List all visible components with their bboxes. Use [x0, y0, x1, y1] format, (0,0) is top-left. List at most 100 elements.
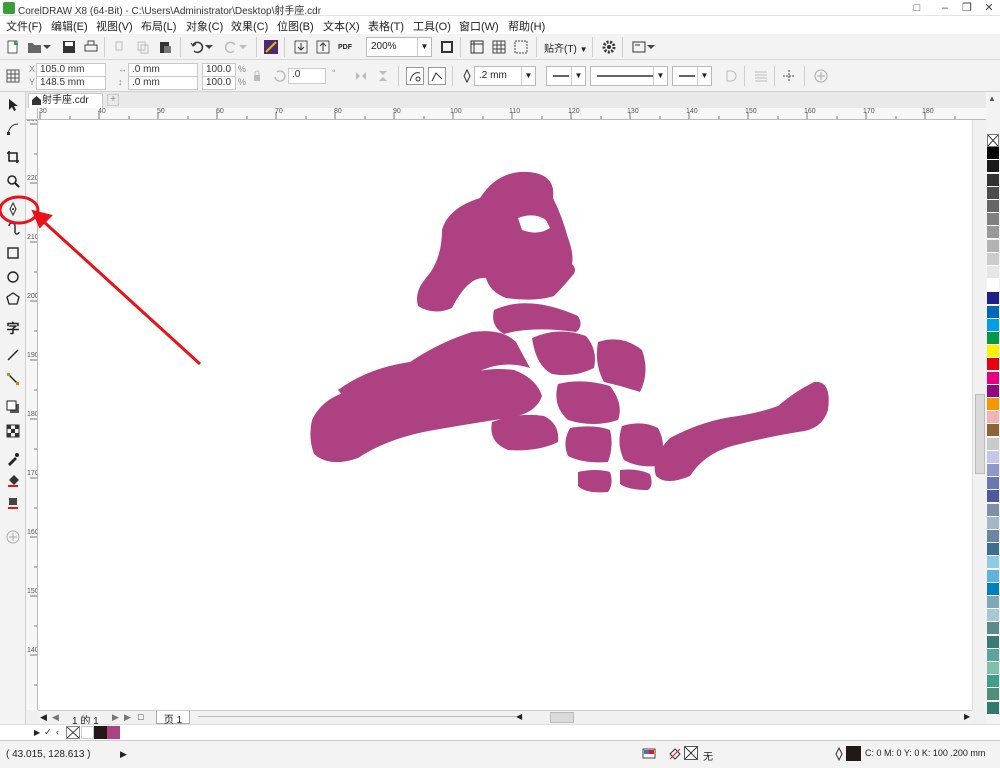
add-tab-button[interactable]: +	[107, 94, 119, 106]
save-icon[interactable]	[60, 38, 78, 56]
palette-swatch[interactable]	[987, 556, 999, 570]
mirror-vertical-icon[interactable]	[374, 67, 392, 85]
color-eyedropper-icon[interactable]	[4, 450, 22, 468]
width-field[interactable]: .0 mm	[128, 63, 198, 77]
palette-swatch[interactable]	[987, 688, 999, 702]
smoothing-icon[interactable]	[780, 67, 798, 85]
menu-layout[interactable]: 布局(L)	[141, 18, 176, 34]
menu-window[interactable]: 窗口(W)	[459, 18, 499, 34]
palette-swatch[interactable]	[987, 279, 999, 293]
copy-icon[interactable]	[134, 38, 152, 56]
shape-tool-icon[interactable]	[4, 120, 22, 138]
add-page-icon[interactable]: □	[138, 712, 143, 722]
options-gear-icon[interactable]	[600, 38, 618, 56]
polyline-mode-icon[interactable]	[428, 67, 446, 85]
print-icon[interactable]	[82, 38, 100, 56]
cut-icon[interactable]	[112, 38, 130, 56]
palette-swatch[interactable]	[987, 292, 999, 306]
artistic-media-tool-icon[interactable]	[4, 220, 22, 238]
palette-swatch[interactable]	[987, 543, 999, 557]
redo-dropdown-icon[interactable]	[238, 38, 248, 56]
palette-swatch[interactable]	[987, 503, 999, 517]
search-content-icon[interactable]	[262, 38, 280, 56]
palette-swatch[interactable]	[987, 622, 999, 636]
lock-ratio-icon[interactable]	[248, 67, 266, 85]
menu-help[interactable]: 帮助(H)	[508, 18, 545, 34]
account-icon[interactable]: □	[906, 0, 928, 16]
crop-tool-icon[interactable]	[4, 148, 22, 166]
palette-swatch[interactable]	[987, 318, 999, 332]
palette-swatch[interactable]	[987, 252, 999, 266]
white-swatch[interactable]	[81, 726, 94, 739]
palette-swatch[interactable]	[987, 213, 999, 227]
menu-bitmap[interactable]: 位图(B)	[277, 18, 314, 34]
palette-swatch[interactable]	[987, 569, 999, 583]
line-style-select[interactable]: ▼	[590, 66, 668, 86]
new-document-icon[interactable]	[4, 38, 22, 56]
palette-left-icon[interactable]: ‹	[56, 727, 59, 737]
palette-swatch[interactable]	[987, 582, 999, 596]
vertical-ruler[interactable]: 230 220 210 200 190 180 170 160 150 140	[26, 120, 38, 710]
page-size-icon[interactable]	[4, 67, 22, 85]
palette-swatch[interactable]	[987, 675, 999, 689]
menu-edit[interactable]: 编辑(E)	[51, 18, 88, 34]
scale-y-field[interactable]: 100.0	[202, 76, 236, 90]
palette-swatch[interactable]	[987, 305, 999, 319]
pick-tool-icon[interactable]	[4, 96, 22, 114]
launcher-dropdown-icon[interactable]	[646, 38, 656, 56]
end-arrowhead-select[interactable]: ▼	[672, 66, 712, 86]
palette-swatch[interactable]	[987, 371, 999, 385]
ruler-origin[interactable]	[26, 108, 38, 120]
rotation-angle-field[interactable]: .0	[288, 68, 326, 84]
sagittarius-figure[interactable]	[38, 120, 972, 710]
full-screen-icon[interactable]	[438, 38, 456, 56]
fill-indicator-icon[interactable]	[668, 747, 682, 761]
palette-swatch[interactable]	[987, 516, 999, 530]
page-tab[interactable]: 页 1	[156, 711, 190, 726]
zoom-tool-icon[interactable]	[4, 172, 22, 190]
palette-swatch[interactable]	[987, 662, 999, 675]
y-position-field[interactable]: 148.5 mm	[36, 76, 106, 90]
palette-swatch[interactable]	[987, 134, 999, 147]
palette-swatch[interactable]	[987, 186, 999, 200]
palette-swatch[interactable]	[987, 530, 999, 543]
publish-pdf-icon[interactable]: PDF	[336, 38, 354, 56]
palette-swatch[interactable]	[987, 266, 999, 279]
black-swatch[interactable]	[94, 726, 107, 739]
maximize-button[interactable]: ❐	[956, 0, 978, 16]
vertical-scrollbar[interactable]	[972, 120, 986, 710]
palette-swatch[interactable]	[987, 226, 999, 240]
show-guidelines-icon[interactable]	[512, 38, 530, 56]
palette-menu-icon[interactable]: ▶	[34, 728, 40, 737]
palette-swatch[interactable]	[987, 384, 999, 398]
mirror-horizontal-icon[interactable]	[352, 67, 370, 85]
prev-page-icon[interactable]: ◀	[52, 712, 59, 723]
palette-swatch[interactable]	[987, 648, 999, 662]
palette-swatch[interactable]	[987, 609, 999, 623]
last-page-icon[interactable]: ▶	[124, 712, 131, 723]
close-curve-icon[interactable]	[722, 67, 740, 85]
export-icon[interactable]	[314, 38, 332, 56]
smart-fill-icon[interactable]	[4, 494, 22, 512]
outline-width-select[interactable]: .2 mm ▼	[474, 66, 536, 86]
palette-swatch[interactable]	[987, 635, 999, 649]
palette-swatch[interactable]	[987, 332, 999, 345]
scroll-left-icon[interactable]: ◀	[516, 712, 522, 721]
drop-shadow-tool-icon[interactable]	[4, 398, 22, 416]
show-grid-icon[interactable]	[490, 38, 508, 56]
menu-view[interactable]: 视图(V)	[96, 18, 133, 34]
show-rulers-icon[interactable]	[468, 38, 486, 56]
connector-tool-icon[interactable]	[4, 370, 22, 388]
palette-swatch[interactable]	[987, 701, 999, 715]
vertical-scroll-thumb[interactable]	[975, 394, 985, 474]
palette-swatch[interactable]	[987, 437, 999, 451]
x-position-field[interactable]: 105.0 mm	[36, 63, 106, 77]
palette-swatch[interactable]	[987, 477, 999, 491]
shape-color-swatch[interactable]	[107, 726, 120, 739]
scale-x-field[interactable]: 100.0	[202, 63, 236, 77]
zoom-level-select[interactable]: 200% ▼	[366, 37, 432, 57]
palette-swatch[interactable]	[987, 596, 999, 609]
eyedropper-icon[interactable]: ✓	[44, 727, 52, 738]
menu-effects[interactable]: 效果(C)	[231, 18, 268, 34]
palette-swatch[interactable]	[987, 147, 999, 161]
